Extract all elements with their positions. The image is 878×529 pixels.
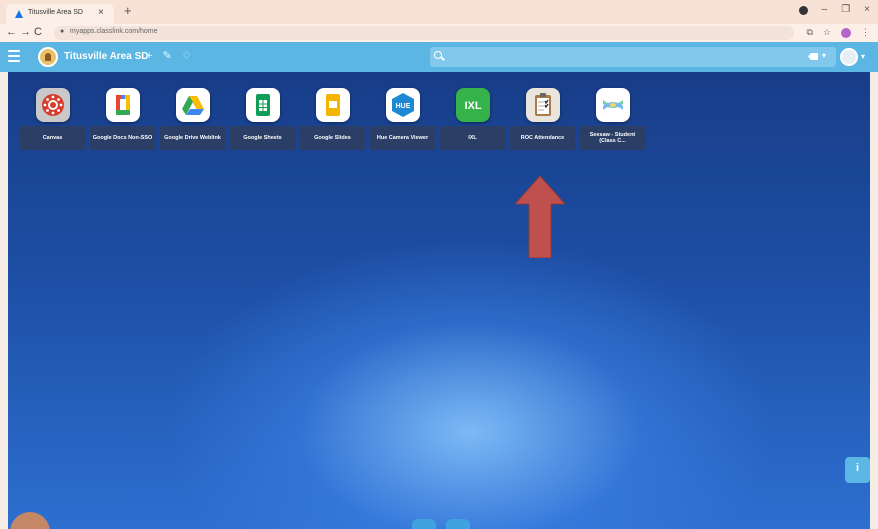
app-label: Google Slides <box>300 126 365 150</box>
app-tile-google-drive[interactable]: Google Drive Weblink <box>160 88 225 150</box>
app-tile-seesaw[interactable]: Seesaw - Student (Class C... <box>580 88 645 150</box>
notification-bell-icon[interactable]: ♢ <box>182 50 192 63</box>
accessibility-help-button[interactable] <box>845 457 870 483</box>
app-tile-ixl[interactable]: IXL IXL <box>440 88 505 150</box>
app-desktop: Canvas Google Docs Non-SSO Google Drive … <box>0 72 878 529</box>
google-docs-icon <box>105 88 140 122</box>
app-label: Google Sheets <box>230 126 295 150</box>
bottom-dock-button[interactable] <box>412 519 436 529</box>
search-bar[interactable] <box>430 47 836 67</box>
bookmark-star-icon[interactable]: ☆ <box>823 27 831 38</box>
app-tile-google-docs[interactable]: Google Docs Non-SSO <box>90 88 155 150</box>
app-label: Google Drive Weblink <box>160 126 225 150</box>
left-edge <box>0 72 8 529</box>
app-label: Seesaw - Student (Class C... <box>580 126 645 150</box>
new-tab-button[interactable]: + <box>124 4 132 18</box>
app-label: Google Docs Non-SSO <box>90 126 155 150</box>
address-bar-icons: ⧉ ☆ ⋮ <box>806 27 870 38</box>
back-button[interactable]: ← <box>6 26 17 39</box>
google-drive-icon <box>175 88 210 122</box>
close-window-button[interactable]: × <box>864 4 870 16</box>
address-bar-row: ← → C ● myapps.classlink.com/home ⧉ ☆ ⋮ <box>0 24 878 42</box>
share-icon[interactable]: ⧉ <box>806 27 812 38</box>
app-tile-roc-attendance[interactable]: ROC Attendance <box>510 88 575 150</box>
hue-logo-text: HUE <box>395 103 410 110</box>
chevron-down-icon[interactable]: ▾ <box>822 51 826 60</box>
search-icon <box>434 51 442 59</box>
tab-close-icon[interactable]: × <box>98 7 104 19</box>
app-label: Canvas <box>20 126 85 150</box>
header-tools: + ✎ ♢ <box>146 50 192 63</box>
app-tile-hue-camera[interactable]: HUE Hue Camera Viewer <box>370 88 435 150</box>
bottom-dock-button[interactable] <box>446 519 470 529</box>
browser-tab-strip: Titusville Area SD × + – ❐ × <box>0 0 878 24</box>
app-grid: Canvas Google Docs Non-SSO Google Drive … <box>20 88 670 150</box>
app-tile-google-sheets[interactable]: Google Sheets <box>230 88 295 150</box>
seesaw-icon <box>595 88 630 122</box>
tab-title: Titusville Area SD <box>28 9 83 16</box>
window-controls: – ❐ × <box>798 4 870 16</box>
annotation-arrow-icon <box>515 176 565 258</box>
app-tile-canvas[interactable]: Canvas <box>20 88 85 150</box>
org-name: Titusville Area SD <box>64 51 149 62</box>
profile-icon[interactable] <box>841 27 851 38</box>
classlink-header: Titusville Area SD + ✎ ♢ ▾ ▾ <box>0 42 878 72</box>
browser-tab[interactable]: Titusville Area SD × <box>6 4 114 24</box>
app-tile-google-slides[interactable]: Google Slides <box>300 88 365 150</box>
app-label: ROC Attendance <box>510 126 575 150</box>
search-input[interactable] <box>446 49 746 65</box>
url-text: myapps.classlink.com/home <box>70 28 158 35</box>
extension-icon[interactable] <box>798 5 808 15</box>
restore-button[interactable]: ❐ <box>841 4 850 16</box>
lock-icon: ● <box>60 28 65 35</box>
user-avatar[interactable] <box>840 48 858 66</box>
google-sheets-icon <box>245 88 280 122</box>
app-label: Hue Camera Viewer <box>370 126 435 150</box>
decorative-shape <box>10 512 50 529</box>
minimize-button[interactable]: – <box>822 4 828 16</box>
google-slides-icon <box>315 88 350 122</box>
avatar-chevron-down-icon[interactable]: ▾ <box>861 52 865 61</box>
canvas-icon <box>35 88 70 122</box>
hue-camera-icon: HUE <box>385 88 420 122</box>
omnibox[interactable]: ● myapps.classlink.com/home <box>54 26 794 40</box>
reload-button[interactable]: C <box>34 26 42 39</box>
browser-menu-icon[interactable]: ⋮ <box>861 27 870 38</box>
add-app-icon[interactable]: + <box>146 50 152 63</box>
ixl-icon: IXL <box>455 88 490 122</box>
forward-button[interactable]: → <box>20 26 31 39</box>
right-edge <box>870 72 878 529</box>
ixl-logo-text: IXL <box>464 100 481 112</box>
district-logo <box>38 47 58 67</box>
app-label: IXL <box>440 126 505 150</box>
edit-icon[interactable]: ✎ <box>162 50 171 63</box>
classlink-favicon-icon <box>15 10 23 18</box>
roc-attendance-icon <box>525 88 560 122</box>
hamburger-menu-icon[interactable] <box>8 50 20 62</box>
